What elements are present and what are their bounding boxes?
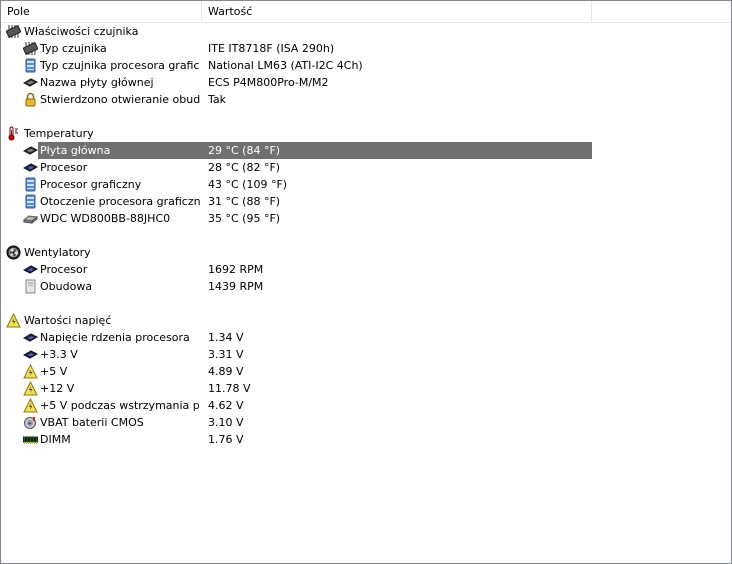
- field-label: Procesor: [40, 161, 88, 174]
- field-value: 11.78 V: [208, 382, 251, 395]
- motherboard-icon: [23, 143, 38, 158]
- field-label: Typ czujnika procesora graficz...: [40, 59, 200, 72]
- sensor-list: Właściwości czujnika Typ czujnika ITE IT…: [1, 23, 731, 448]
- field-value: 29 °C (84 °F): [208, 144, 281, 157]
- group-sensor-properties[interactable]: Właściwości czujnika: [1, 23, 731, 40]
- field-label: Stwierdzono otwieranie obudowy: [40, 93, 200, 106]
- gpu-icon: [23, 194, 38, 209]
- cpu-icon: [23, 262, 38, 277]
- field-label: +5 V podczas wstrzymania pracy: [40, 399, 200, 412]
- field-value: 3.10 V: [208, 416, 244, 429]
- list-item[interactable]: DIMM 1.76 V: [1, 431, 731, 448]
- group-voltages[interactable]: Wartości napięć: [1, 312, 731, 329]
- list-item[interactable]: Procesor 28 °C (82 °F): [1, 159, 731, 176]
- sensor-chip-icon: [6, 24, 21, 39]
- field-label: Procesor graficzny: [40, 178, 142, 191]
- list-item[interactable]: Nazwa płyty głównej ECS P4M800Pro-M/M2: [1, 74, 731, 91]
- field-label: VBAT baterii CMOS: [40, 416, 144, 429]
- list-item[interactable]: Procesor graficzny 43 °C (109 °F): [1, 176, 731, 193]
- hard-disk-icon: [23, 211, 38, 226]
- list-item[interactable]: Obudowa 1439 RPM: [1, 278, 731, 295]
- field-label: WDC WD800BB-88JHC0: [40, 212, 171, 225]
- voltage-icon: [23, 398, 38, 413]
- battery-icon: +: [23, 415, 38, 430]
- field-label: Obudowa: [40, 280, 93, 293]
- motherboard-icon: [23, 75, 38, 90]
- field-label: +3.3 V: [40, 348, 78, 361]
- field-label: Nazwa płyty głównej: [40, 76, 154, 89]
- field-label: Płyta główna: [40, 144, 111, 157]
- field-value: ITE IT8718F (ISA 290h): [208, 42, 335, 55]
- field-value: 35 °C (95 °F): [208, 212, 281, 225]
- list-item[interactable]: Procesor 1692 RPM: [1, 261, 731, 278]
- field-value: 4.89 V: [208, 365, 244, 378]
- gpu-icon: [23, 58, 38, 73]
- thermometer-icon: [6, 126, 21, 141]
- cpu-icon: [23, 330, 38, 345]
- field-label: +5 V: [40, 365, 68, 378]
- list-item[interactable]: Typ czujnika ITE IT8718F (ISA 290h): [1, 40, 731, 57]
- lock-icon: [23, 92, 38, 107]
- list-item[interactable]: +5 V podczas wstrzymania pracy 4.62 V: [1, 397, 731, 414]
- list-item-selected[interactable]: Płyta główna 29 °C (84 °F): [1, 142, 731, 159]
- field-value: National LM63 (ATI-I2C 4Ch): [208, 59, 363, 72]
- list-item[interactable]: +12 V 11.78 V: [1, 380, 731, 397]
- field-label: Napięcie rdzenia procesora: [40, 331, 190, 344]
- field-value: 1.76 V: [208, 433, 244, 446]
- field-value: 4.62 V: [208, 399, 244, 412]
- field-label: Procesor: [40, 263, 88, 276]
- field-value: 31 °C (88 °F): [208, 195, 281, 208]
- group-fans[interactable]: Wentylatory: [1, 244, 731, 261]
- memory-icon: [23, 432, 38, 447]
- group-label: Temperatury: [24, 127, 94, 140]
- group-label: Wentylatory: [24, 246, 91, 259]
- field-value: ECS P4M800Pro-M/M2: [208, 76, 329, 89]
- field-label: DIMM: [40, 433, 71, 446]
- fan-icon: [6, 245, 21, 260]
- group-temperatures[interactable]: Temperatury: [1, 125, 731, 142]
- gpu-icon: [23, 177, 38, 192]
- list-item[interactable]: Otoczenie procesora graficznego 31 °C (8…: [1, 193, 731, 210]
- voltage-icon: [23, 381, 38, 396]
- field-value: 43 °C (109 °F): [208, 178, 288, 191]
- list-item[interactable]: +5 V 4.89 V: [1, 363, 731, 380]
- list-item[interactable]: + VBAT baterii CMOS 3.10 V: [1, 414, 731, 431]
- group-label: Właściwości czujnika: [24, 25, 139, 38]
- field-label: +12 V: [40, 382, 75, 395]
- field-label: Typ czujnika: [40, 42, 107, 55]
- list-item[interactable]: Napięcie rdzenia procesora 1.34 V: [1, 329, 731, 346]
- column-header-value[interactable]: Wartość: [202, 1, 592, 22]
- case-icon: [23, 279, 38, 294]
- cpu-icon: [23, 347, 38, 362]
- svg-text:+: +: [28, 421, 32, 427]
- chip-icon: [23, 41, 38, 56]
- sensor-list-window: Pole Wartość Właściwości czujnika Typ cz…: [0, 0, 732, 564]
- list-item[interactable]: +3.3 V 3.31 V: [1, 346, 731, 363]
- voltage-icon: [6, 313, 21, 328]
- voltage-icon: [23, 364, 38, 379]
- column-header-field[interactable]: Pole: [1, 1, 202, 22]
- field-value: 1439 RPM: [208, 280, 264, 293]
- cpu-icon: [23, 160, 38, 175]
- field-value: 1.34 V: [208, 331, 244, 344]
- list-item[interactable]: Typ czujnika procesora graficz... Nation…: [1, 57, 731, 74]
- list-header: Pole Wartość: [1, 1, 731, 23]
- list-item[interactable]: WDC WD800BB-88JHC0 35 °C (95 °F): [1, 210, 731, 227]
- field-value: 1692 RPM: [208, 263, 264, 276]
- list-item[interactable]: Stwierdzono otwieranie obudowy Tak: [1, 91, 731, 108]
- group-label: Wartości napięć: [24, 314, 112, 327]
- field-label: Otoczenie procesora graficznego: [40, 195, 200, 208]
- field-value: Tak: [208, 93, 227, 106]
- field-value: 3.31 V: [208, 348, 244, 361]
- field-value: 28 °C (82 °F): [208, 161, 281, 174]
